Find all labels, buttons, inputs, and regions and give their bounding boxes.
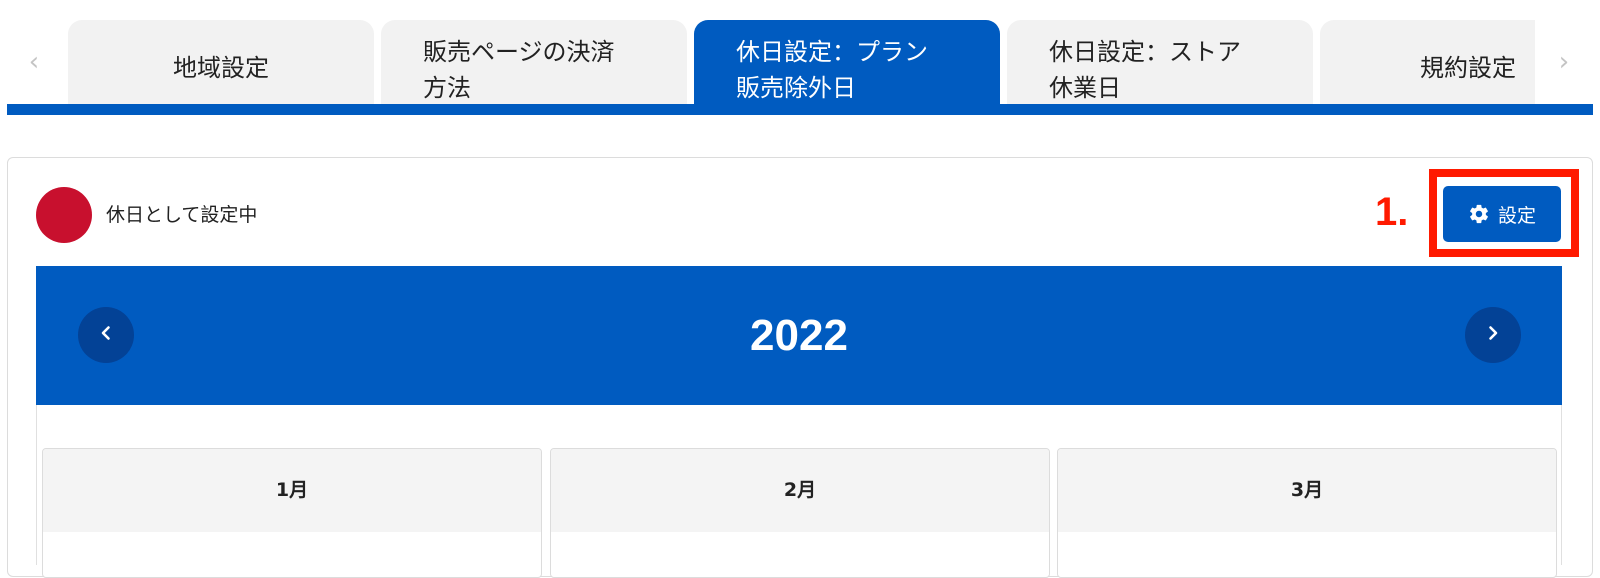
tab-bar: ‹ 地域設定 販売ページの決済 方法 休日設定：プラン 販売除外日 休日設定：ス… <box>0 0 1600 116</box>
annotation-step-number: 1. <box>1375 190 1409 234</box>
month-card-march: 3月 <box>1057 448 1557 578</box>
tab-label: 地域設定 <box>173 54 269 82</box>
month-card-january: 1月 <box>42 448 542 578</box>
settings-button-label: 設定 <box>1497 204 1536 227</box>
tab-underline <box>7 104 1593 115</box>
next-year-button[interactable] <box>1465 307 1521 363</box>
year-header: 2022 <box>36 266 1562 405</box>
year-title: 2022 <box>750 311 848 360</box>
tab-payment-methods[interactable]: 販売ページの決済 方法 <box>381 20 687 104</box>
tab-holiday-store-closed[interactable]: 休日設定：ストア 休業日 <box>1007 20 1313 104</box>
tab-scroll-left-icon[interactable]: ‹ <box>22 44 46 80</box>
chevron-left-icon <box>97 324 115 346</box>
tab-terms-settings[interactable]: 規約設定 <box>1320 20 1535 104</box>
month-title: 3月 <box>1058 449 1556 532</box>
tab-label-line2: 方法 <box>423 74 471 102</box>
tab-label-line1: 休日設定：ストア <box>1049 38 1241 66</box>
tab-region-settings[interactable]: 地域設定 <box>68 20 374 104</box>
gear-icon <box>1468 203 1490 225</box>
tab-scroll-right-icon[interactable]: › <box>1552 44 1576 80</box>
month-title: 2月 <box>551 449 1049 532</box>
holiday-legend-dot <box>36 187 92 243</box>
tab-label: 規約設定 <box>1420 54 1516 82</box>
prev-year-button[interactable] <box>78 307 134 363</box>
tab-label-line1: 販売ページの決済 <box>423 38 615 66</box>
tab-holiday-plan-exclusion[interactable]: 休日設定：プラン 販売除外日 <box>694 20 1000 104</box>
tab-strip: 地域設定 販売ページの決済 方法 休日設定：プラン 販売除外日 休日設定：ストア… <box>68 20 1535 104</box>
month-card-february: 2月 <box>550 448 1050 578</box>
tab-label-line1: 休日設定：プラン <box>736 38 928 66</box>
tab-label-line2: 販売除外日 <box>736 74 856 102</box>
tab-label-line2: 休業日 <box>1049 74 1121 102</box>
month-title: 1月 <box>43 449 541 532</box>
settings-button[interactable]: 設定 <box>1443 186 1561 242</box>
chevron-right-icon <box>1484 324 1502 346</box>
holiday-legend-label: 休日として設定中 <box>106 204 258 226</box>
